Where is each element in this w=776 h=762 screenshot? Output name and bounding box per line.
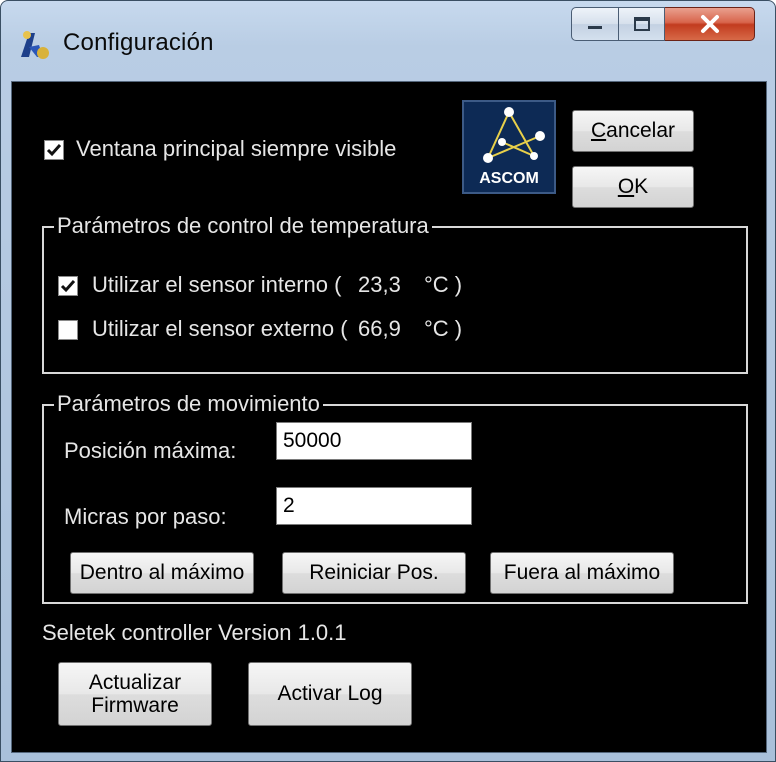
minimize-button[interactable] (571, 7, 619, 41)
update-firmware-line2: Firmware (91, 694, 179, 717)
external-sensor-unit: °C ) (424, 316, 463, 341)
max-position-input[interactable] (276, 422, 472, 460)
internal-sensor-label: Utilizar el sensor interno ( (92, 272, 342, 297)
window-title: Configuración (63, 29, 214, 56)
cancel-label: ancelar (606, 119, 676, 143)
ok-mnemonic: O (617, 175, 635, 199)
temperature-group-legend: Parámetros de control de temperatura (54, 213, 432, 239)
dialog-body: Ventana principal siempre visible ASCOM … (11, 81, 767, 753)
cancel-mnemonic: C (590, 119, 607, 143)
internal-sensor-unit: °C ) (424, 272, 463, 297)
cancel-button[interactable]: Cancelar (572, 110, 694, 152)
internal-sensor-checkbox[interactable] (58, 276, 78, 296)
maximize-icon (633, 17, 650, 31)
checkmark-icon (46, 144, 62, 157)
movement-group-legend: Parámetros de movimiento (54, 391, 323, 417)
always-visible-label: Ventana principal siempre visible (76, 136, 397, 161)
version-text: Seletek controller Version 1.0.1 (42, 620, 347, 645)
outside-max-button[interactable]: Fuera al máximo (490, 552, 674, 594)
external-sensor-value: 66,9 (358, 316, 401, 341)
internal-sensor-value: 23,3 (358, 272, 401, 297)
ascom-logo: ASCOM (462, 100, 556, 194)
reset-position-button[interactable]: Reiniciar Pos. (282, 552, 466, 594)
minimize-icon (588, 26, 602, 29)
ok-label: K (634, 175, 649, 199)
close-button[interactable] (665, 7, 755, 41)
microns-per-step-input[interactable] (276, 487, 472, 525)
temperature-group (42, 226, 748, 374)
close-icon (700, 15, 719, 33)
microns-per-step-label: Micras por paso: (64, 504, 227, 529)
app-icon (21, 31, 49, 59)
ok-button[interactable]: OK (572, 166, 694, 208)
update-firmware-line1: Actualizar (88, 670, 182, 694)
checkmark-icon (60, 280, 76, 293)
ascom-star-icon (483, 107, 545, 163)
activate-log-button[interactable]: Activar Log (248, 662, 412, 726)
max-position-label: Posición máxima: (64, 438, 237, 463)
maximize-button[interactable] (619, 7, 665, 41)
always-visible-checkbox[interactable] (44, 140, 64, 160)
caption-buttons (571, 7, 755, 43)
ascom-logo-text: ASCOM (479, 170, 539, 187)
title-bar[interactable]: Configuración (1, 1, 775, 81)
external-sensor-label: Utilizar el sensor externo ( (92, 316, 348, 341)
configuration-window: Configuración Ventana principal siempre … (0, 0, 776, 762)
inside-max-button[interactable]: Dentro al máximo (70, 552, 254, 594)
update-firmware-button[interactable]: Actualizar Firmware (58, 662, 212, 726)
external-sensor-checkbox[interactable] (58, 320, 78, 340)
